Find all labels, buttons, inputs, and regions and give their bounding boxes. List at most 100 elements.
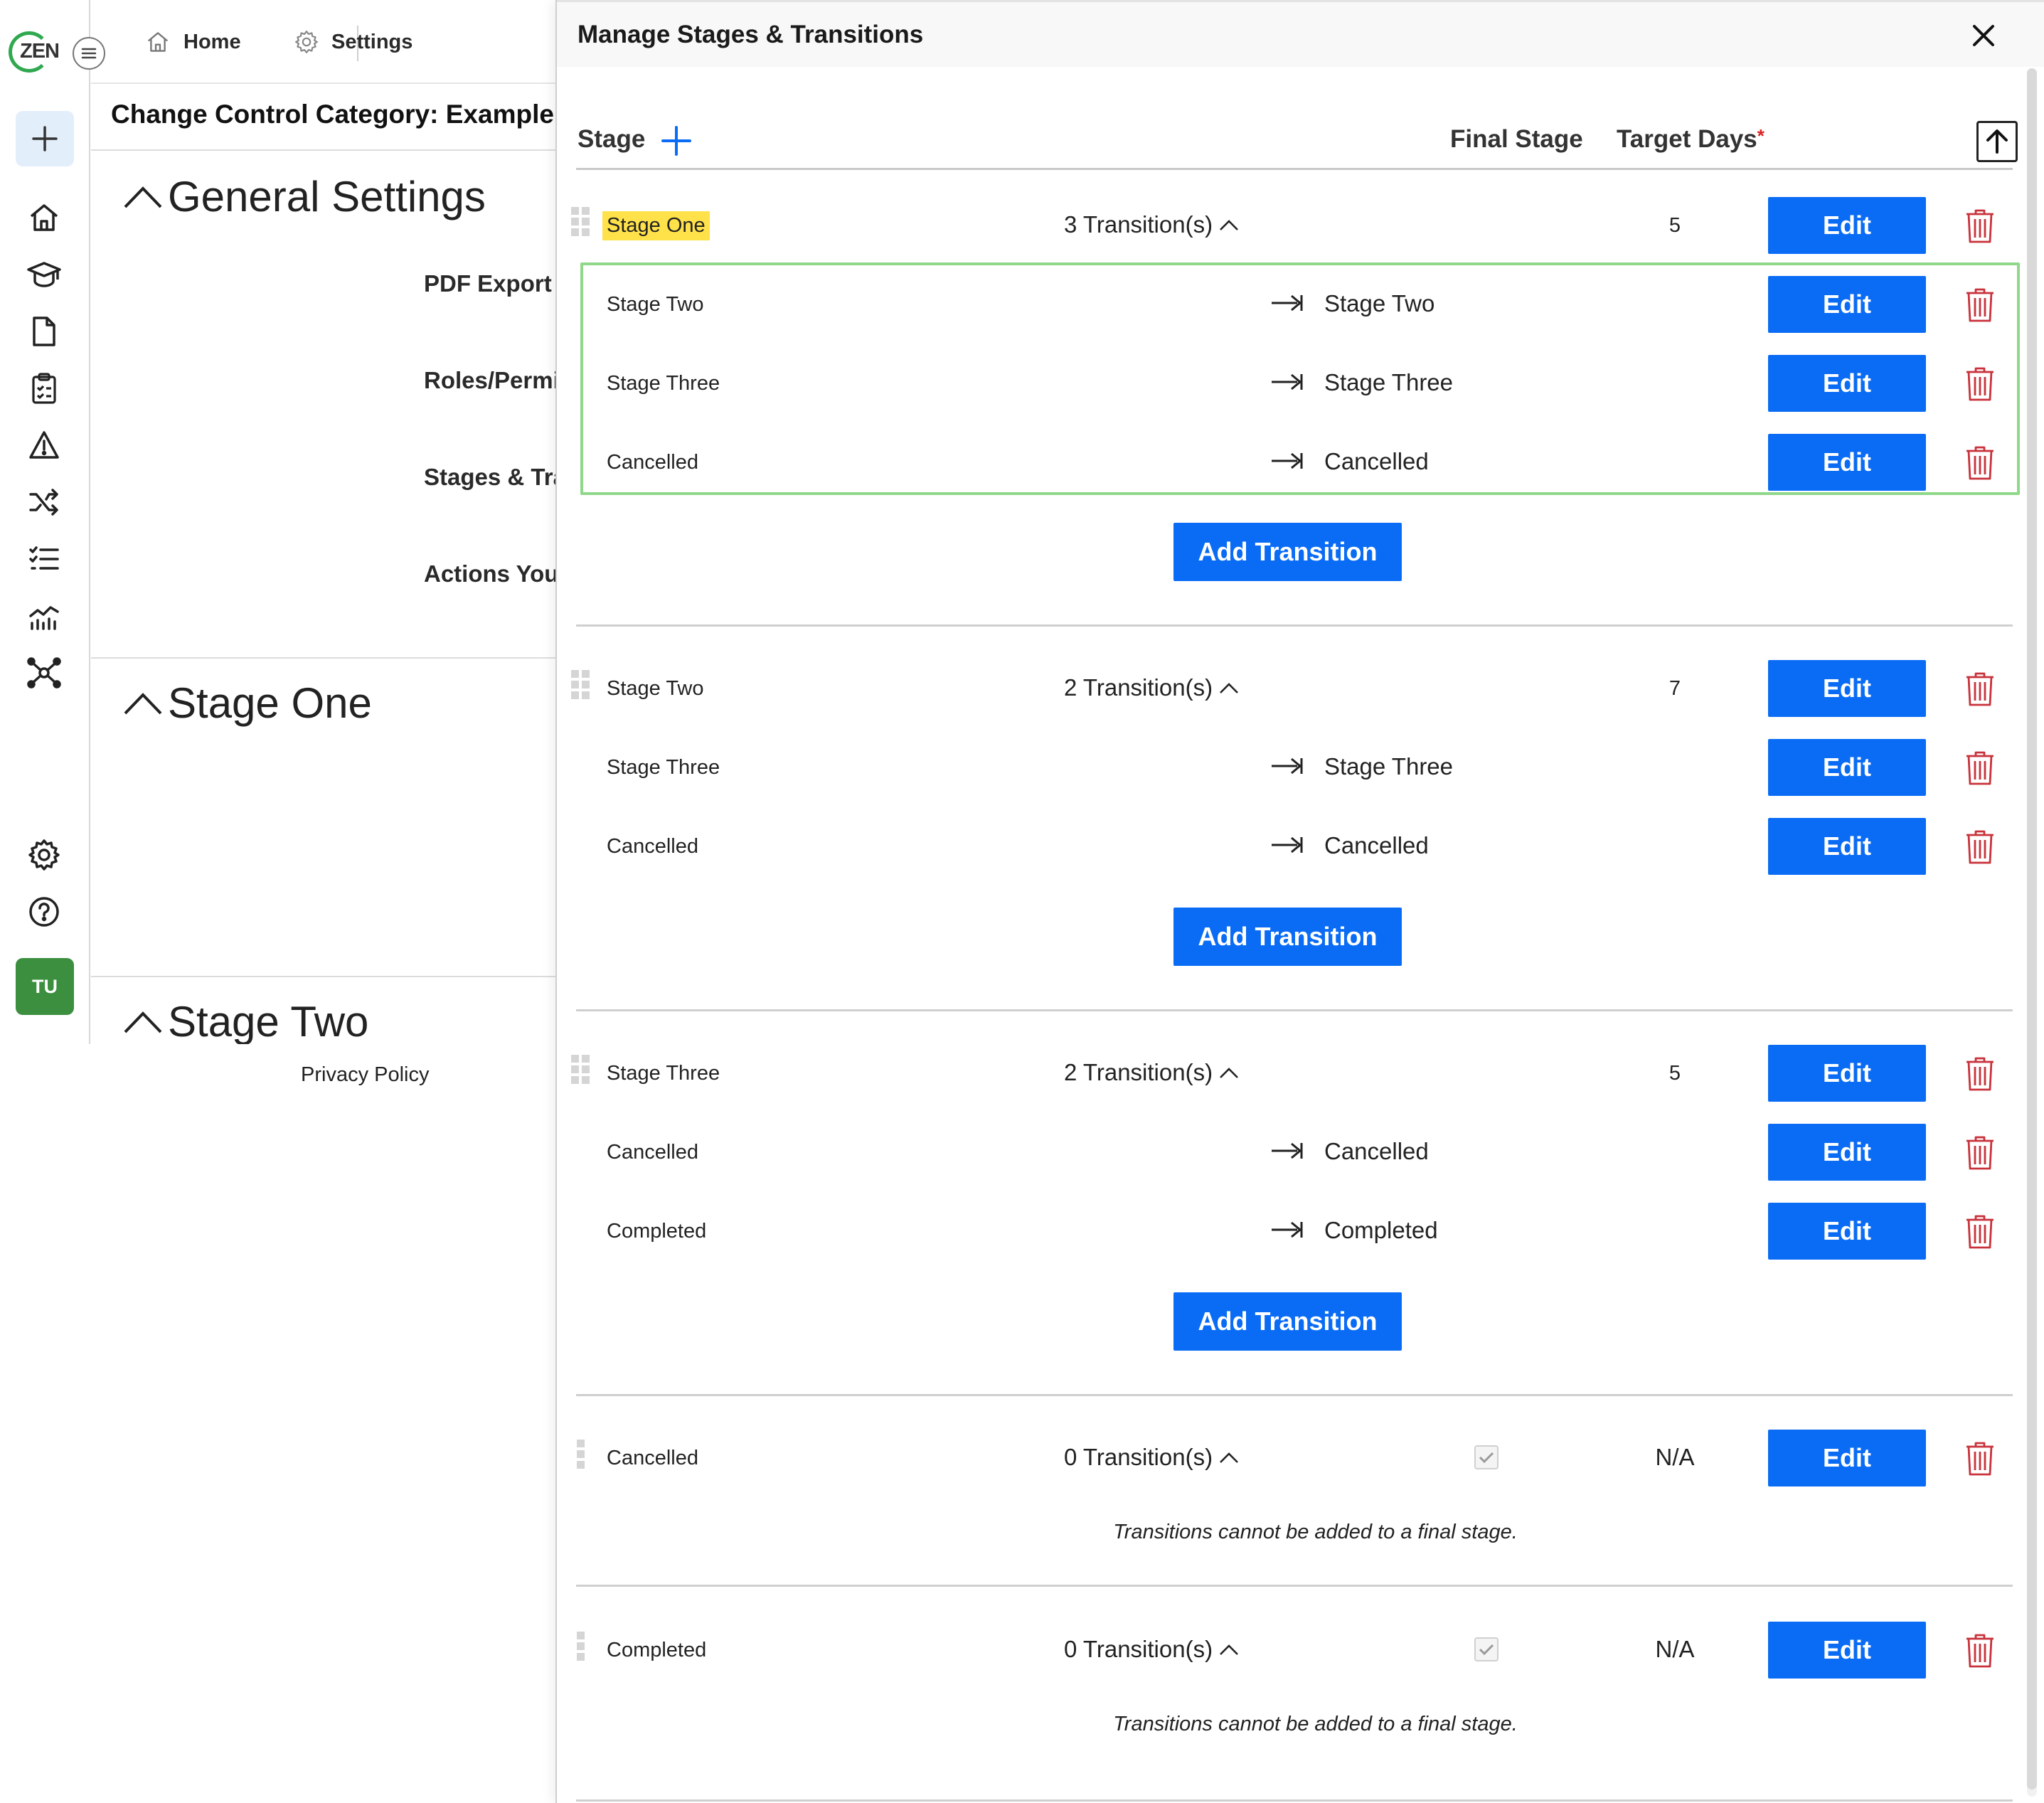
section-title: General Settings [168,173,486,220]
transition-arrow-icon [1270,447,1307,475]
divider [91,149,560,151]
stages-transitions-item[interactable]: Stages & Tra [424,464,560,491]
privacy-policy-link[interactable]: Privacy Policy [301,1063,430,1087]
final-stage-note: Transitions cannot be added to a final s… [1113,1521,1518,1543]
transitions-count: 0 Transition(s) [1064,1444,1213,1470]
add-transition-button[interactable]: Add Transition [1173,908,1402,966]
user-avatar[interactable]: TU [16,958,74,1015]
edit-transition-button[interactable]: Edit [1768,1203,1926,1260]
manage-stages-modal: Manage Stages & Transitions Stage Final … [555,0,2044,1803]
edit-stage-button[interactable]: Edit [1768,1430,1926,1486]
stage-divider [576,1009,2013,1011]
delete-transition-button[interactable] [1964,749,1996,787]
delete-stage-button[interactable] [1964,207,1996,245]
stage-row: Stage Two 2 Transition(s) 7 Edit [557,660,2044,717]
delete-stage-button[interactable] [1964,1632,1996,1670]
trash-icon [1966,367,1994,401]
final-stage-checkbox[interactable] [1474,1637,1499,1661]
breadcrumb-settings[interactable]: Settings [294,26,412,58]
drag-handle-icon[interactable] [571,207,590,236]
edit-stage-button[interactable]: Edit [1768,1045,1926,1102]
transitions-count: 2 Transition(s) [1064,674,1213,701]
pdf-export-item[interactable]: PDF Export ( [424,270,560,297]
network-icon [27,657,61,688]
transition-row: Cancelled Cancelled Edit [557,1124,2044,1181]
target-days-value: 7 [1668,677,1681,700]
analytics-nav[interactable] [24,596,64,636]
edit-transition-button[interactable]: Edit [1768,355,1926,412]
close-button[interactable] [1966,18,2001,53]
delete-transition-button[interactable] [1964,365,1996,403]
section-stage-one[interactable]: Stage One [122,679,372,728]
actions-item[interactable]: Actions You [424,560,558,587]
zen-logo[interactable]: ZEN [7,31,64,73]
column-header-stage: Stage [577,125,646,153]
gear-icon [295,31,318,53]
roles-permissions-item[interactable]: Roles/Permi [424,367,560,394]
edit-transition-button[interactable]: Edit [1768,818,1926,875]
delete-transition-button[interactable] [1964,1134,1996,1172]
edit-stage-button[interactable]: Edit [1768,1622,1926,1679]
final-stage-checkbox[interactable] [1474,1445,1499,1469]
transitions-toggle[interactable]: 2 Transition(s) [1064,674,1240,701]
breadcrumb-home[interactable]: Home [145,26,241,58]
divider [91,657,560,659]
drag-handle-icon[interactable] [571,1055,590,1084]
edit-stage-button[interactable]: Edit [1768,660,1926,717]
edit-transition-button[interactable]: Edit [1768,739,1926,796]
risks-nav[interactable] [24,425,64,465]
breadcrumb-home-label: Home [183,30,241,53]
delete-transition-button[interactable] [1964,1213,1996,1251]
edit-transition-button[interactable]: Edit [1768,434,1926,491]
chevron-up-icon [124,186,162,208]
delete-stage-button[interactable] [1964,670,1996,708]
section-general-settings[interactable]: General Settings [122,172,486,221]
help-nav[interactable] [24,892,64,932]
chevron-up-icon [1220,1452,1238,1463]
delete-stage-button[interactable] [1964,1440,1996,1478]
transitions-toggle[interactable]: 0 Transition(s) [1064,1444,1240,1471]
trash-icon [1966,830,1994,864]
menu-toggle-button[interactable] [73,37,105,70]
collapse-all-button[interactable] [1976,121,2018,162]
delete-transition-button[interactable] [1964,286,1996,324]
header-divider [576,168,2013,170]
shuffle-icon [29,489,58,516]
settings-nav[interactable] [24,835,64,875]
delete-transition-button[interactable] [1964,828,1996,866]
transitions-toggle[interactable]: 0 Transition(s) [1064,1636,1240,1663]
change-control-nav[interactable] [24,482,64,522]
transitions-toggle[interactable]: 3 Transition(s) [1064,211,1240,238]
edit-transition-button[interactable]: Edit [1768,276,1926,333]
edit-transition-button[interactable]: Edit [1768,1124,1926,1181]
create-new-button[interactable] [16,111,74,166]
gear-icon [28,839,60,871]
documents-nav[interactable] [24,312,64,351]
transition-arrow-icon [1270,289,1307,317]
checklists-nav[interactable] [24,539,64,579]
chevron-up-icon [1220,1068,1238,1078]
analytics-icon [29,606,59,630]
add-transition-button[interactable]: Add Transition [1173,1292,1402,1351]
transition-row: Cancelled Cancelled Edit [557,818,2044,875]
drag-handle-icon[interactable] [577,1440,585,1469]
transition-arrow-icon [1270,752,1307,780]
transitions-toggle[interactable]: 2 Transition(s) [1064,1059,1240,1086]
stage-row: Completed 0 Transition(s) N/A Edit [557,1622,2044,1679]
training-nav[interactable] [24,255,64,294]
stage-divider [576,624,2013,627]
network-nav[interactable] [24,653,64,693]
audits-nav[interactable] [24,368,64,408]
section-stage-two[interactable]: Stage Two [122,997,368,1044]
add-stage-button[interactable] [658,122,695,159]
drag-handle-icon[interactable] [571,670,590,699]
delete-stage-button[interactable] [1964,1055,1996,1093]
drag-handle-icon[interactable] [577,1632,585,1661]
edit-stage-button[interactable]: Edit [1768,197,1926,254]
delete-transition-button[interactable] [1964,444,1996,482]
transition-row: Stage Two Stage Two Edit [557,276,2044,333]
add-transition-button[interactable]: Add Transition [1173,523,1402,581]
transition-to: Cancelled [1324,448,1429,474]
chevron-up-icon [1220,1644,1238,1655]
home-nav[interactable] [24,198,64,238]
